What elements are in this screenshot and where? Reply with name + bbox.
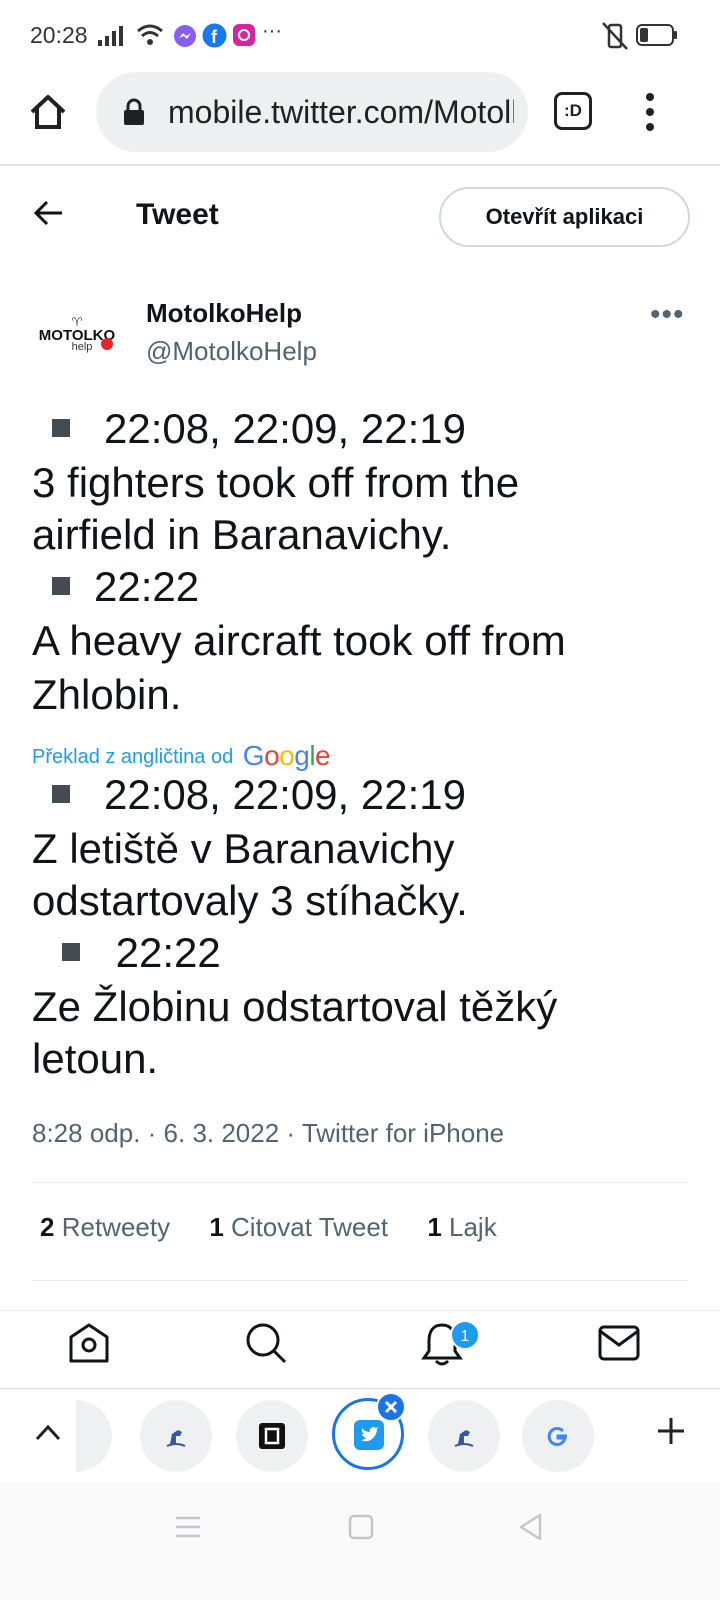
- search-icon[interactable]: [244, 1321, 288, 1365]
- messenger-icon: [174, 25, 196, 47]
- back-arrow-icon[interactable]: [32, 198, 66, 228]
- signal-icon: [98, 26, 123, 46]
- google-g-icon: [547, 1426, 567, 1446]
- home-square-icon[interactable]: [348, 1514, 374, 1540]
- bullet-square-icon: [52, 576, 70, 595]
- author-handle[interactable]: @MotolkoHelp: [146, 336, 317, 367]
- browser-toolbar: mobile.twitter.com/MotolkoHelp :D: [0, 70, 720, 166]
- likes-stat[interactable]: 1 Lajk: [427, 1212, 496, 1242]
- lock-icon: [124, 98, 144, 125]
- avatar[interactable]: ♈ MOTOLKO help: [32, 296, 122, 386]
- tweet-line: A heavy aircraft took off from: [32, 617, 566, 664]
- tweet-time-list: 22:08, 22:09, 22:19: [104, 405, 466, 452]
- address-bar[interactable]: mobile.twitter.com/MotolkoHelp: [96, 72, 528, 152]
- quotes-stat[interactable]: 1 Citovat Tweet: [209, 1212, 388, 1242]
- app-square-icon: [259, 1423, 285, 1449]
- tweet-line: airfield in Baranavichy.: [32, 511, 452, 558]
- horse-icon: [454, 1430, 474, 1447]
- vibrate-off-icon: [602, 22, 628, 50]
- messages-icon[interactable]: [598, 1325, 640, 1361]
- tweet-line: 22:22: [32, 560, 692, 614]
- system-navigation-bar: [0, 1482, 720, 1600]
- home-nav-icon[interactable]: [68, 1321, 110, 1365]
- recent-apps-icon[interactable]: [174, 1514, 202, 1540]
- close-icon: [384, 1400, 398, 1414]
- tweet-time: 22:22: [94, 563, 200, 610]
- tweet-author: ♈ MOTOLKO help MotolkoHelp @MotolkoHelp …: [0, 290, 720, 390]
- tweet-line: 22:08, 22:09, 22:19: [32, 768, 692, 822]
- tab-switcher-button[interactable]: :D: [554, 92, 592, 130]
- tweet-header: Tweet Otevřít aplikaci: [0, 168, 720, 264]
- tweet-line: Z letiště v Baranavichy: [32, 825, 455, 872]
- more-options-icon[interactable]: •••: [650, 298, 685, 332]
- author-name[interactable]: MotolkoHelp: [146, 298, 302, 329]
- tweet-line: 22:08, 22:09, 22:19: [32, 402, 692, 456]
- new-tab-plus-icon[interactable]: [656, 1416, 686, 1446]
- facebook-icon: f: [202, 23, 227, 48]
- tab-thumbnail[interactable]: [428, 1400, 500, 1472]
- tweet-line: odstartovaly 3 stíhačky.: [32, 877, 468, 924]
- avatar-logo-sub: help: [72, 341, 93, 353]
- battery-icon: [636, 24, 677, 46]
- tweet-line: 3 fighters took off from the: [32, 459, 520, 506]
- tweet-timestamp[interactable]: 8:28 odp. · 6. 3. 2022 · Twitter for iPh…: [32, 1118, 504, 1149]
- twitter-bottom-nav: [0, 1310, 720, 1388]
- back-triangle-icon[interactable]: [518, 1513, 544, 1541]
- close-tab-button[interactable]: [376, 1392, 406, 1422]
- google-logo: Google: [242, 740, 331, 771]
- instagram-icon: [233, 24, 255, 46]
- bullet-square-icon: [52, 784, 70, 803]
- twitter-bird-icon: [354, 1420, 384, 1450]
- chevron-up-icon[interactable]: [34, 1422, 62, 1442]
- menu-dots-icon[interactable]: [642, 92, 658, 132]
- wifi-icon: [137, 24, 163, 45]
- tab-thumbnail[interactable]: [140, 1400, 212, 1472]
- tweet-line: Ze Žlobinu odstartoval těžký: [32, 983, 558, 1030]
- status-time: 20:28: [30, 22, 88, 48]
- status-bar: 20:28 f ···: [0, 0, 720, 70]
- tweet-line: 22:22: [32, 926, 692, 980]
- tweet-stats: 2 Retweety 1 Citovat Tweet 1 Lajk: [40, 1212, 529, 1243]
- retweets-stat[interactable]: 2 Retweety: [40, 1212, 170, 1242]
- tweet-line: letoun.: [32, 1035, 159, 1082]
- notifications-badge: 1: [450, 1320, 480, 1350]
- page-title: Tweet: [136, 198, 219, 231]
- tweet-line: Zhlobin.: [32, 671, 182, 718]
- status-overflow: ···: [262, 20, 282, 42]
- url-text: mobile.twitter.com/MotolkoHelp: [168, 94, 514, 130]
- bullet-square-icon: [62, 942, 80, 961]
- tweet-time: 22:22: [104, 929, 221, 976]
- divider: [32, 1280, 688, 1281]
- horse-icon: [166, 1430, 186, 1447]
- svg-text:f: f: [211, 27, 218, 47]
- open-app-button[interactable]: Otevřít aplikaci: [439, 187, 690, 247]
- divider: [32, 1182, 688, 1183]
- translation-label-text: Překlad z angličtina od: [32, 746, 234, 768]
- tweet-time-list: 22:08, 22:09, 22:19: [104, 771, 466, 818]
- tab-thumbnail[interactable]: [236, 1400, 308, 1472]
- home-icon[interactable]: [28, 92, 68, 132]
- bullet-square-icon: [52, 418, 70, 437]
- tab-thumbnail[interactable]: [522, 1400, 594, 1472]
